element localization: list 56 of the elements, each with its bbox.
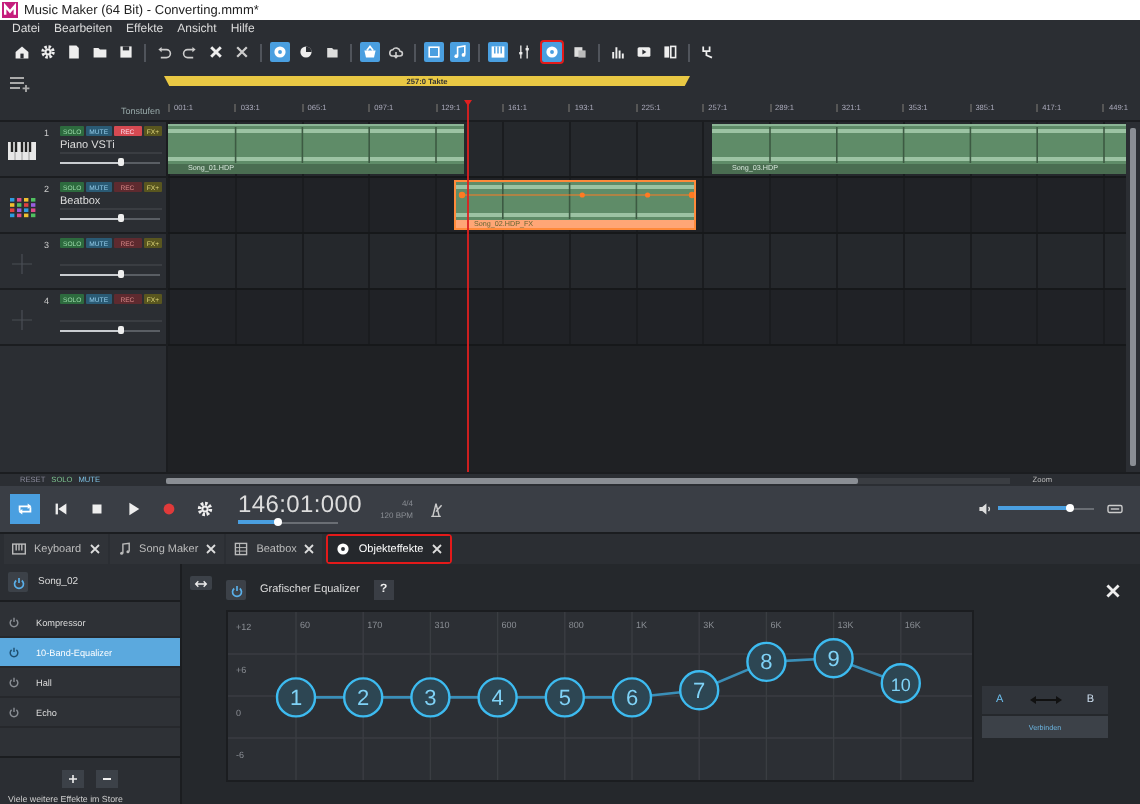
disc-icon (336, 542, 351, 556)
volume-slider[interactable] (60, 158, 160, 166)
close-icon[interactable] (206, 544, 217, 554)
band-handle[interactable]: 10 (880, 663, 921, 704)
vertical-scrollbar[interactable] (1130, 128, 1136, 466)
plus-icon[interactable] (68, 774, 78, 784)
double-arrow-icon[interactable] (193, 579, 207, 587)
band-handle[interactable]: 8 (746, 641, 787, 683)
volume-slider[interactable] (60, 270, 160, 278)
output-icon[interactable] (1108, 504, 1122, 514)
close-icon[interactable] (1106, 583, 1120, 597)
power-icon[interactable] (8, 616, 20, 628)
track-lane[interactable] (168, 234, 1126, 290)
playhead[interactable] (464, 100, 472, 472)
band-handle[interactable]: 2 (343, 677, 384, 718)
close-icon[interactable] (431, 544, 442, 554)
power-icon[interactable] (8, 706, 20, 718)
close-icon[interactable] (89, 544, 100, 554)
record-icon[interactable] (160, 500, 178, 518)
band-handle[interactable]: 1 (275, 677, 317, 718)
volume-slider[interactable] (60, 326, 160, 334)
position-display: 146:01:000 (238, 492, 363, 516)
plus-icon (12, 253, 32, 273)
add-track-menu-icon[interactable] (10, 76, 30, 92)
keyboard-icon (12, 542, 26, 556)
band-handle[interactable]: 4 (477, 677, 518, 718)
loop-icon[interactable] (16, 500, 34, 518)
skip-back-icon[interactable] (52, 500, 70, 518)
piano-icon (8, 142, 36, 160)
position-slider[interactable] (238, 518, 338, 526)
band-handle[interactable]: 5 (544, 677, 585, 718)
power-icon[interactable] (8, 676, 20, 688)
volume-slider[interactable] (60, 214, 160, 222)
settings-icon[interactable] (196, 500, 214, 518)
band-handle[interactable]: 6 (611, 677, 653, 718)
drum-pads-icon (9, 197, 35, 217)
band-handle[interactable]: 3 (410, 677, 451, 718)
metronome-icon[interactable] (427, 501, 444, 517)
band-handle[interactable]: 9 (813, 638, 854, 679)
double-arrow-icon (1029, 696, 1061, 704)
plus-icon (12, 309, 32, 329)
band-handle[interactable]: 7 (679, 670, 720, 711)
note-icon (117, 542, 132, 556)
track-lane[interactable] (168, 290, 1126, 346)
close-icon[interactable] (304, 544, 315, 554)
play-icon[interactable] (124, 500, 142, 518)
speaker-icon[interactable] (978, 502, 992, 516)
power-icon[interactable] (8, 646, 20, 658)
add-effect-button[interactable] (62, 770, 84, 788)
remove-effect-button[interactable] (96, 770, 118, 788)
grid-icon (234, 542, 249, 556)
swap-button[interactable] (189, 576, 211, 590)
volume-slider[interactable] (998, 504, 1094, 514)
stop-icon[interactable] (88, 500, 106, 518)
horizontal-scrollbar[interactable] (166, 477, 1011, 483)
minus-icon[interactable] (102, 774, 112, 784)
